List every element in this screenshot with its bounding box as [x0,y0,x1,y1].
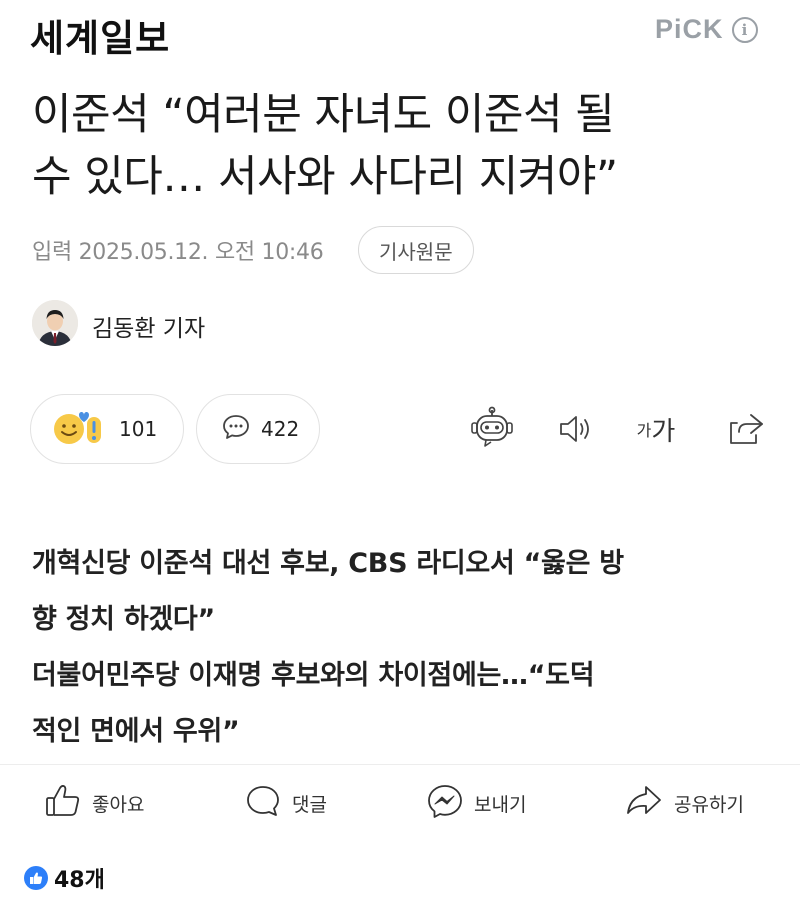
reporter-name[interactable]: 김동환 기자 [92,309,205,343]
emotion-icon [51,407,109,451]
divider [0,764,800,765]
likes-count: 48개 [54,868,105,893]
article-headline: 이준석 “여러분 자녀도 이준석 될 수 있다… 서사와 사다리 지켜야” [32,84,772,208]
comment-button[interactable]: 댓글 [244,782,327,824]
summary-line: 적인 면에서 우위” [32,716,240,747]
pick-badge[interactable]: PiCK i [655,14,758,45]
send-button[interactable]: 보내기 [426,782,526,824]
comment-count-button[interactable]: 422 [196,394,320,464]
headline-line: 수 있다… 서사와 사다리 지켜야” [32,152,618,202]
published-date: 입력 2025.05.12. 오전 10:46 [32,234,324,266]
emotion-reaction-button[interactable]: 101 [30,394,184,464]
pick-label: PiCK [655,14,724,44]
headline-line: 이준석 “여러분 자녀도 이준석 될 [32,90,615,140]
font-size-large-label: 가 [651,416,676,447]
publisher-logo[interactable]: 세계일보 [30,8,170,62]
likes-summary[interactable]: 48개 [24,862,105,894]
font-size-button[interactable]: 가가 [632,404,680,454]
summary-line: 더불어민주당 이재명 후보와의 차이점에는…“도덕 [32,660,595,691]
send-label: 보내기 [474,793,527,816]
emotion-count: 101 [119,417,158,441]
comment-count: 422 [261,417,300,441]
share-button[interactable]: 공유하기 [624,782,744,824]
share-icon[interactable] [722,404,770,454]
speaker-icon[interactable] [552,404,600,454]
like-button[interactable]: 좋아요 [44,782,144,824]
summary-line: 향 정치 하겠다” [32,604,215,635]
article-summary: 개혁신당 이준석 대선 후보, CBS 라디오서 “옳은 방 향 정치 하겠다”… [32,536,772,760]
like-badge-icon [24,866,48,890]
published-datetime: 2025.05.12. 오전 10:46 [78,240,324,265]
ai-summary-robot-icon[interactable] [468,404,516,454]
comment-label: 댓글 [292,793,327,816]
summary-line: 개혁신당 이준석 대선 후보, CBS 라디오서 “옳은 방 [32,548,624,579]
messenger-icon [426,783,464,823]
speech-bubble-icon [221,413,251,445]
like-label: 좋아요 [92,793,145,816]
font-size-small-label: 가 [636,421,652,440]
thumbs-up-icon [44,783,82,823]
original-article-button[interactable]: 기사원문 [358,226,474,274]
info-icon[interactable]: i [731,16,758,43]
share-label: 공유하기 [674,793,744,816]
reporter-avatar[interactable] [32,300,78,346]
share-arrow-icon [624,783,664,823]
comment-bubble-icon [244,783,282,823]
published-label: 입력 [32,240,72,265]
